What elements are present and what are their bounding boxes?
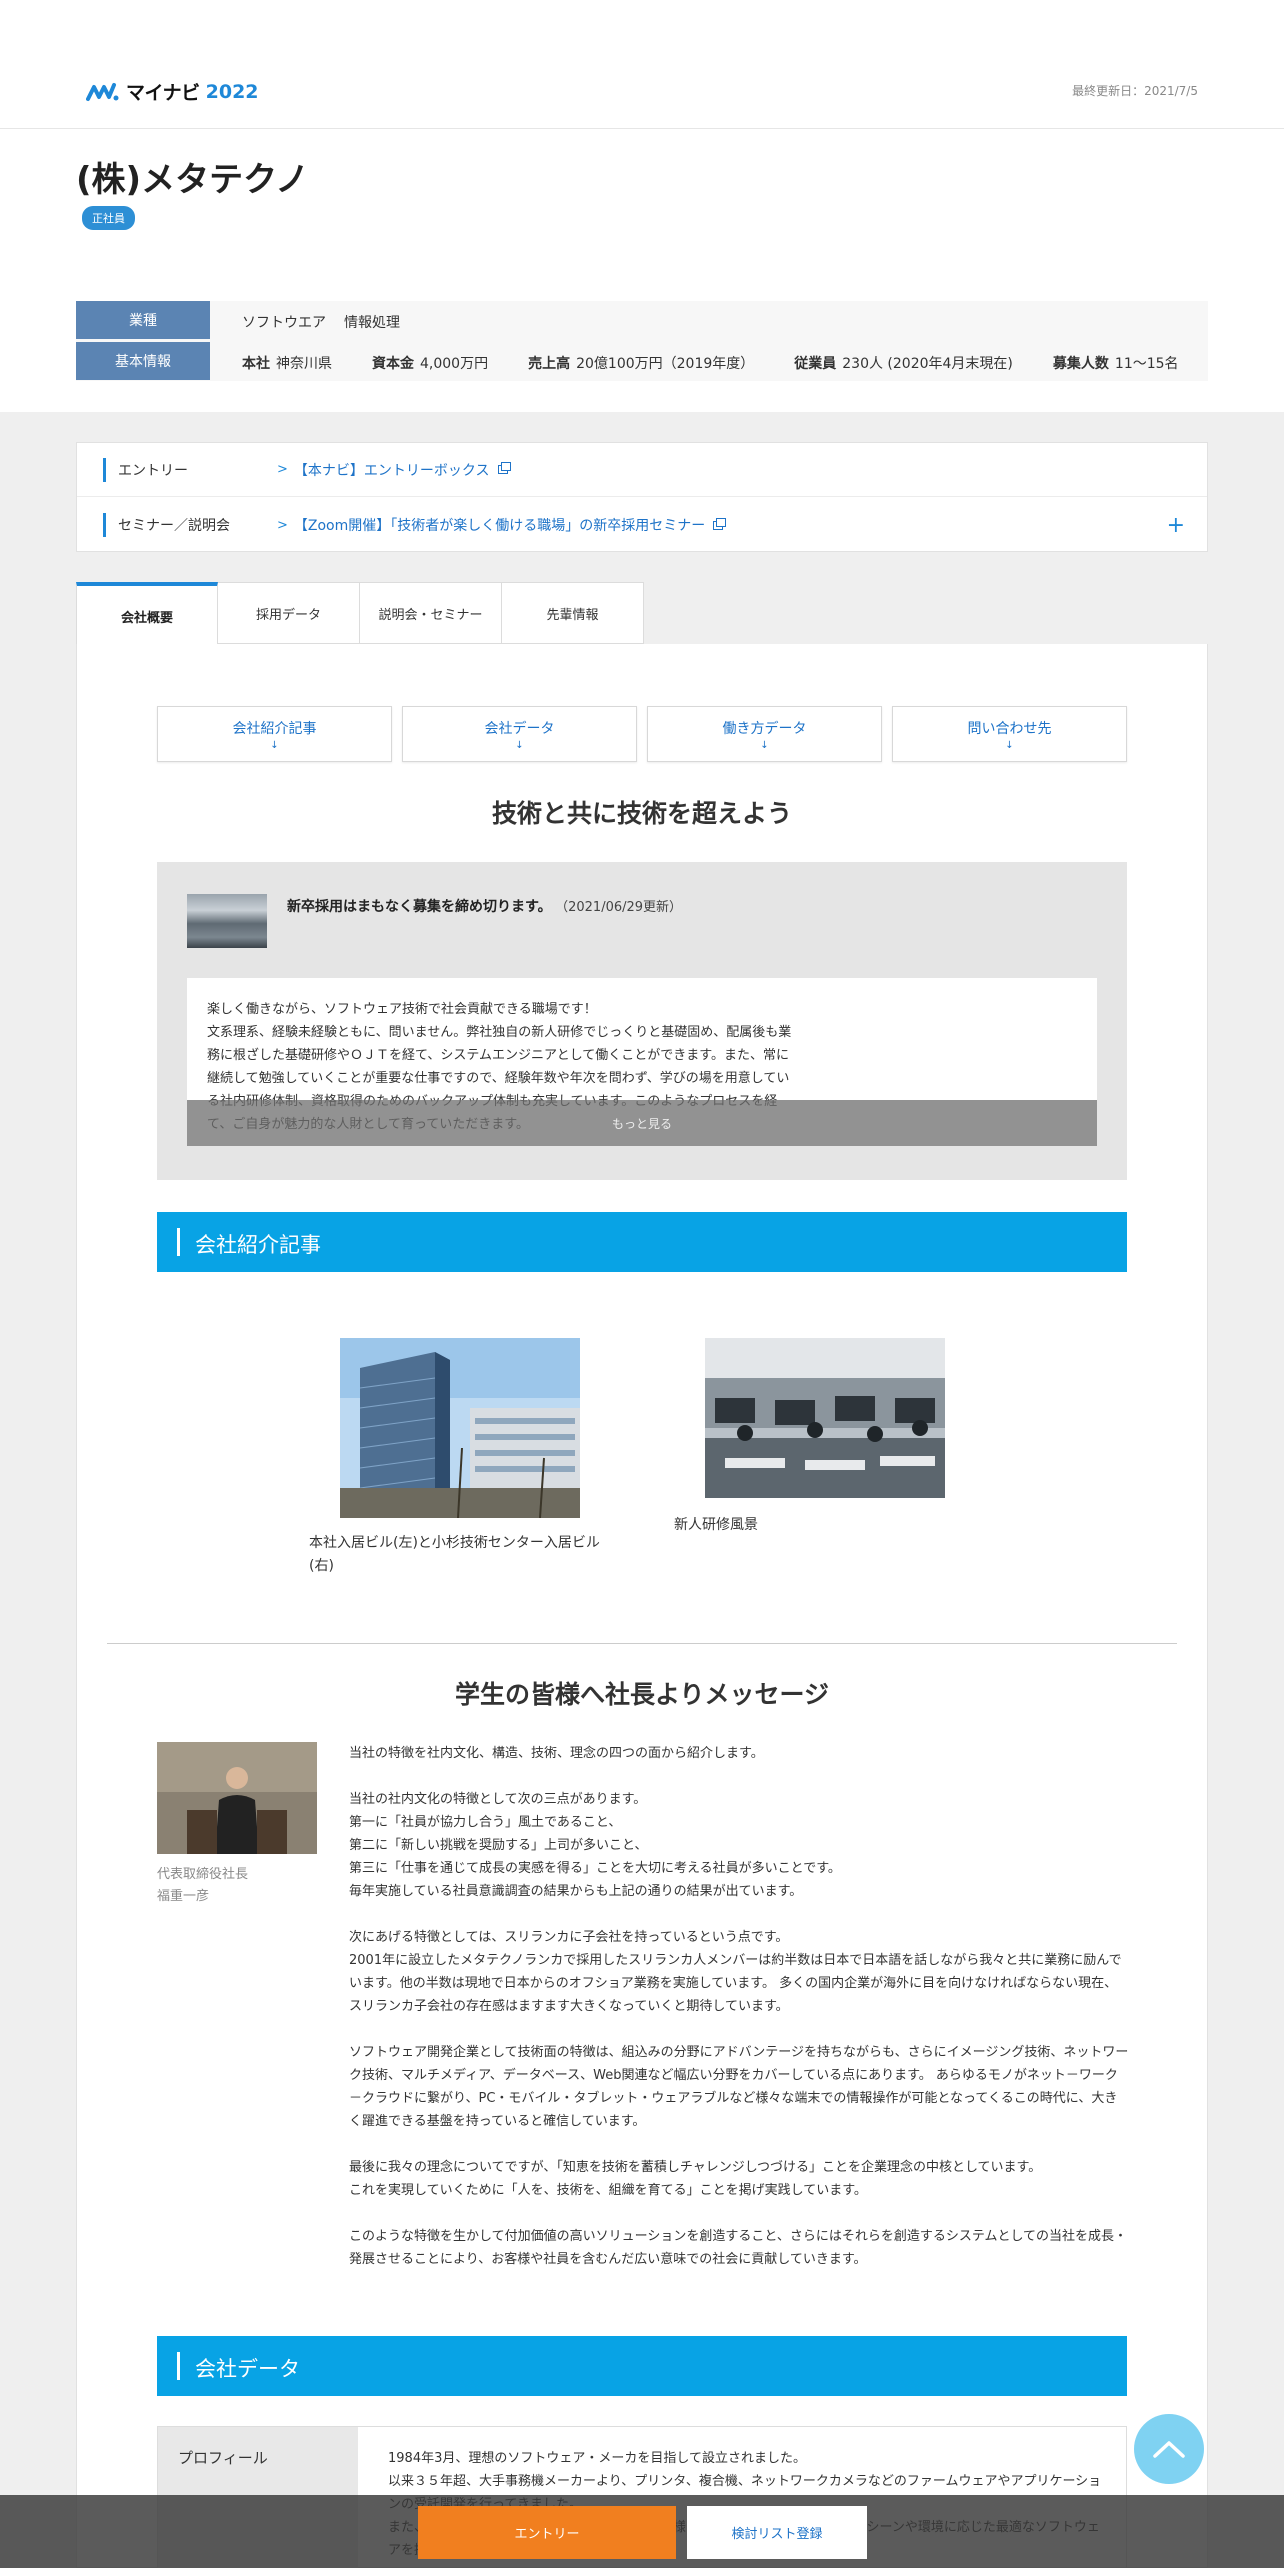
president-caption: 代表取締役社長 福重一彦 [157, 1867, 262, 1904]
news-thumbnail [187, 894, 267, 948]
anchor-links: 会社紹介記事 ↓ 会社データ ↓ 働き方データ ↓ 問い合わせ先 ↓ [157, 706, 1127, 762]
back-to-top-button[interactable] [1134, 2414, 1204, 2484]
seminar-link-text: 【Zoom開催】「技術者が楽しく働ける職場」の新卒採用セミナー [293, 518, 706, 534]
message-paragraph: 当社の特徴を社内文化、構造、技術、理念の四つの面から紹介します。 [349, 1746, 764, 1761]
anchor-company-data[interactable]: 会社データ ↓ [402, 706, 637, 762]
external-window-icon [713, 517, 727, 530]
page-tabs: 会社概要 採用データ 説明会・セミナー 先輩情報 [76, 582, 644, 646]
arrow-down-icon: ↓ [515, 739, 524, 751]
seminar-link[interactable]: > 【Zoom開催】「技術者が楽しく働ける職場」の新卒採用セミナー [277, 515, 727, 535]
industry-values: ソフトウエア 情報処理 [242, 312, 400, 332]
read-more-button[interactable]: もっと見る [187, 1100, 1097, 1146]
mynavi-logo[interactable]: マイナビ 2022 [86, 78, 259, 105]
catch-copy: 技術と共に技術を超えよう [491, 799, 792, 828]
entry-box: エントリー > 【本ナビ】エントリーボックス セミナー／説明会 > 【Zoom開… [76, 442, 1208, 552]
info-capital: 資本金 4,000万円 [372, 356, 489, 372]
entry-box-link[interactable]: > 【本ナビ】エントリーボックス [277, 460, 511, 480]
message-paragraph: このような特徴を生かして付加価値の高いソリューションを創造すること、さらにはそれ… [349, 2229, 1128, 2267]
header-divider [0, 128, 1284, 129]
anchor-intro-articles[interactable]: 会社紹介記事 ↓ [157, 706, 392, 762]
news-title: 新卒採用はまもなく募集を締め切ります。 （2021/06/29更新） [287, 899, 683, 915]
entry-row: エントリー > 【本ナビ】エントリーボックス [77, 443, 1207, 497]
basic-info-values: 本社 神奈川県 資本金 4,000万円 売上高 20億100万円（2019年度） 従業… [242, 353, 1179, 373]
chevron-up-icon [1153, 2441, 1185, 2458]
photo2-caption: 新人研修風景 [674, 1517, 758, 1533]
employment-badge: 正社員 [82, 206, 135, 230]
message-paragraph: 最後に我々の理念についてですが、「知恵を技術を蓄積しチャレンジしつづける」ことを… [349, 2160, 1042, 2198]
arrow-down-icon: ↓ [270, 739, 279, 751]
entry-box-link-text: 【本ナビ】エントリーボックス [293, 462, 490, 479]
message-paragraph: ソフトウェア開発企業として技術面の特徴は、組込みの分野にアドバンテージを持ちなが… [349, 2045, 1129, 2129]
arrow-down-icon: ↓ [1005, 739, 1014, 751]
industry-label: 業種 [76, 301, 210, 339]
info-headquarters: 本社 神奈川県 [242, 356, 332, 372]
anchor-contact[interactable]: 問い合わせ先 ↓ [892, 706, 1127, 762]
section-divider [107, 1643, 1177, 1644]
training-photo [705, 1338, 945, 1498]
tab-seminars[interactable]: 説明会・セミナー [360, 582, 502, 644]
chevron-right-icon: > [277, 462, 288, 477]
industry-value: 情報処理 [344, 315, 400, 331]
info-sales: 売上高 20億100万円（2019年度） [528, 356, 755, 372]
company-info-table: 業種 基本情報 ソフトウエア 情報処理 本社 神奈川県 資本金 4,000万円 売上… [76, 301, 1208, 381]
news-box: 新卒採用はまもなく募集を締め切ります。 （2021/06/29更新） 楽しく働きな… [157, 862, 1127, 1180]
chevron-right-icon: > [277, 517, 288, 533]
tab-company-overview[interactable]: 会社概要 [76, 582, 218, 646]
entry-button[interactable]: エントリー [418, 2506, 676, 2559]
tab-recruit-data[interactable]: 採用データ [218, 582, 360, 644]
add-to-list-button[interactable]: 検討リスト登録 [687, 2506, 867, 2559]
president-message-title: 学生の皆様へ社長よりメッセージ [454, 1680, 829, 1709]
news-body: 楽しく働きながら、ソフトウェア技術で社会貢献できる職場です！ 文系理系、経験未経… [187, 978, 1097, 1146]
news-date: （2021/06/29更新） [561, 900, 683, 915]
arrow-down-icon: ↓ [760, 739, 769, 751]
bottom-action-bar: エントリー 検討リスト登録 [0, 2495, 1284, 2568]
info-recruit-count: 募集人数 11～15名 [1052, 356, 1179, 372]
message-paragraph: 次にあげる特徴としては、スリランカに子会社を持っているという点です。 2001年… [349, 1930, 1122, 2014]
basic-info-label: 基本情報 [76, 342, 210, 380]
intro-articles-heading: 会社紹介記事 [157, 1212, 1127, 1272]
message-paragraph: 当社の社内文化の特徴として次の三点があります。 第一に「社員が協力し合う」風土で… [349, 1792, 841, 1899]
logo-text: マイナビ [126, 82, 200, 104]
office-building-photo [340, 1338, 580, 1518]
anchor-work-data[interactable]: 働き方データ ↓ [647, 706, 882, 762]
overview-panel: 会社紹介記事 ↓ 会社データ ↓ 働き方データ ↓ 問い合わせ先 ↓ 技術と共に技術を超… [76, 644, 1208, 2568]
company-data-heading: 会社データ [157, 2336, 1127, 2396]
tab-senior-info[interactable]: 先輩情報 [502, 582, 644, 644]
company-name: (株)メタテクノ [76, 160, 310, 200]
seminar-row-label: セミナー／説明会 [103, 513, 230, 537]
last-updated: 最終更新日：2021/7/5 [1072, 84, 1198, 98]
mynavi-logo-icon [86, 82, 119, 101]
seminar-row: セミナー／説明会 > 【Zoom開催】「技術者が楽しく働ける職場」の新卒採用セミ… [77, 498, 1207, 552]
president-message-body: 当社の特徴を社内文化、構造、技術、理念の四つの面から紹介します。 当社の社内文化… [349, 1742, 1129, 2294]
info-employees: 従業員 230人 (2020年4月末現在) [794, 356, 1013, 372]
company-header: マイナビ 2022 最終更新日：2021/7/5 (株)メタテクノ 正社員 業種… [0, 0, 1284, 412]
logo-year: 2022 [205, 80, 259, 103]
industry-value: ソフトウエア [242, 315, 326, 331]
photo1-caption: 本社入居ビル(左)と小杉技術センター入居ビル(右) [309, 1535, 600, 1574]
president-photo [157, 1742, 317, 1854]
expand-plus-icon[interactable]: + [1167, 513, 1185, 538]
external-window-icon [497, 462, 511, 474]
entry-row-label: エントリー [103, 457, 188, 482]
